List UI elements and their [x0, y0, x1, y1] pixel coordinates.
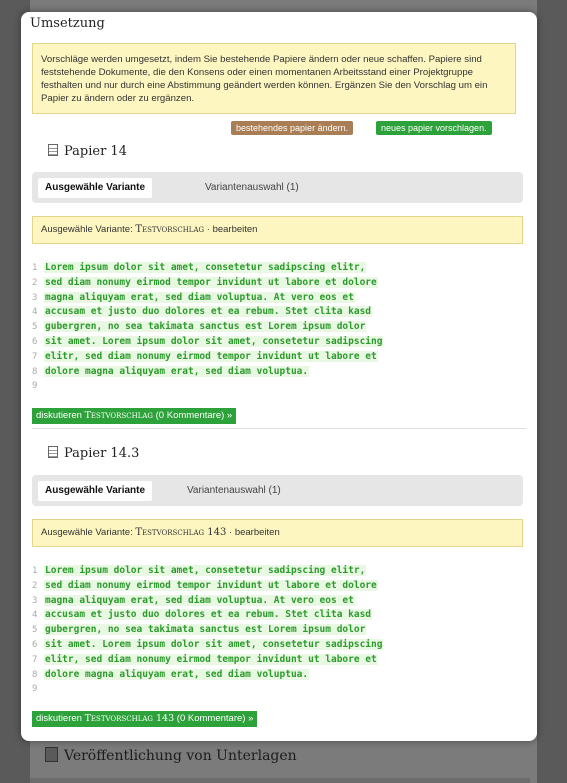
separator: · — [206, 224, 210, 235]
code-line: 9 — [32, 379, 452, 394]
edit-link[interactable]: bearbeiten — [235, 527, 280, 538]
line-number: 8 — [32, 366, 38, 377]
line-text: Lorem ipsum dolor sit amet, consetetur s… — [44, 565, 367, 576]
umsetzung-dialog: Umsetzung Vorschläge werden umgesetzt, i… — [21, 12, 537, 741]
separator: · — [229, 527, 233, 538]
document-icon — [48, 144, 58, 156]
line-text: dolore magna aliquyam erat, sed diam vol… — [44, 365, 310, 377]
line-number: 4 — [32, 610, 38, 621]
code-line: 3 magna aliquyam erat, sed diam voluptua.… — [32, 594, 452, 609]
line-number: 1 — [32, 566, 38, 576]
code-line: 3 magna aliquyam erat, sed diam voluptua.… — [32, 291, 452, 306]
code-line: 4 accusam et justo duo dolores et ea rebu… — [32, 305, 452, 320]
code-line: 6 sit amet. Lorem ipsum dolor sit amet, c… — [32, 335, 452, 350]
tab-selected-variant[interactable]: Ausgewähle Variante — [38, 178, 153, 198]
tab-selected-variant[interactable]: Ausgewähle Variante — [38, 481, 153, 501]
line-number: 1 — [32, 263, 38, 273]
line-text: magna aliquyam erat, sed diam voluptua. … — [44, 594, 355, 606]
code-line: 4 accusam et justo duo dolores et ea rebu… — [32, 608, 452, 623]
line-text: dolore magna aliquyam erat, sed diam vol… — [44, 668, 310, 680]
line-number: 9 — [32, 381, 38, 392]
background-item-title: Veröffentlichung von Unterlagen — [64, 748, 297, 764]
selected-variant-bar: Ausgewähle Variante: Testvorschlag · bea… — [32, 216, 523, 244]
code-line: 7 elitr, sed diam nonumy eirmod tempor in… — [32, 653, 452, 668]
tab-variant-selection[interactable]: Variantenauswahl (1) — [180, 481, 288, 501]
line-number: 5 — [32, 625, 38, 636]
line-number: 4 — [32, 307, 38, 318]
selected-variant-name[interactable]: Testvorschlag 143 — [135, 527, 226, 538]
discuss-variant-name: Testvorschlag — [84, 410, 153, 421]
paper-heading[interactable]: Papier 14 — [48, 144, 127, 159]
line-number: 3 — [32, 292, 38, 303]
background-bar — [30, 778, 530, 783]
line-number: 7 — [32, 351, 38, 362]
line-text: sit amet. Lorem ipsum dolor sit amet, co… — [44, 335, 384, 347]
edit-link[interactable]: bearbeiten — [213, 224, 258, 235]
paper-title: Papier 14 — [64, 144, 127, 159]
code-block: 1 Lorem ipsum dolor sit amet, consetetur … — [32, 261, 452, 394]
line-number: 2 — [32, 580, 38, 591]
tab-variant-selection[interactable]: Variantenauswahl (1) — [198, 178, 306, 198]
document-icon — [48, 446, 58, 458]
line-text: gubergren, no sea takimata sanctus est L… — [44, 624, 367, 636]
line-text: gubergren, no sea takimata sanctus est L… — [44, 321, 367, 333]
background-item: Veröffentlichung von Unterlagen — [45, 747, 525, 764]
code-line: 7 elitr, sed diam nonumy eirmod tempor in… — [32, 350, 452, 365]
line-number: 6 — [32, 336, 38, 347]
code-line: 6 sit amet. Lorem ipsum dolor sit amet, c… — [32, 638, 452, 653]
paper-heading[interactable]: Papier 14.3 — [48, 446, 139, 461]
code-line: 9 — [32, 682, 452, 697]
code-block: 1 Lorem ipsum dolor sit amet, consetetur … — [32, 564, 452, 697]
discuss-prefix: diskutieren — [36, 713, 82, 724]
line-text: sit amet. Lorem ipsum dolor sit amet, co… — [44, 638, 384, 650]
line-number: 8 — [32, 669, 38, 680]
line-number: 9 — [32, 684, 38, 695]
line-text: accusam et justo duo dolores et ea rebum… — [44, 306, 373, 318]
line-text: sed diam nonumy eirmod tempor invidunt u… — [44, 579, 378, 591]
tab-bar: Ausgewähle Variante Variantenauswahl (1) — [32, 475, 523, 506]
line-number: 6 — [32, 639, 38, 650]
code-line: 5 gubergren, no sea takimata sanctus est … — [32, 320, 452, 335]
line-text — [44, 380, 46, 391]
code-line: 2 sed diam nonumy eirmod tempor invidunt … — [32, 276, 452, 291]
info-box: Vorschläge werden umgesetzt, indem Sie b… — [32, 43, 516, 114]
line-text: magna aliquyam erat, sed diam voluptua. … — [44, 291, 355, 303]
line-number: 3 — [32, 595, 38, 606]
discuss-count: (0 Kommentare) » — [176, 713, 254, 724]
change-paper-button[interactable]: bestehendes papier ändern. — [231, 121, 354, 135]
divider — [32, 428, 526, 429]
tab-bar: Ausgewähle Variante Variantenauswahl (1) — [32, 172, 523, 203]
discuss-variant-name: Testvorschlag 143 — [84, 713, 175, 724]
code-line: 1 Lorem ipsum dolor sit amet, consetetur … — [32, 564, 452, 579]
line-text: accusam et justo duo dolores et ea rebum… — [44, 609, 373, 621]
selected-variant-bar: Ausgewähle Variante: Testvorschlag 143 ·… — [32, 519, 523, 547]
new-paper-button[interactable]: neues papier vorschlagen. — [376, 121, 492, 135]
line-number: 2 — [32, 277, 38, 288]
line-text: elitr, sed diam nonumy eirmod tempor inv… — [44, 653, 378, 665]
paper-title: Papier 14.3 — [64, 446, 140, 461]
code-line: 8 dolore magna aliquyam erat, sed diam vo… — [32, 365, 452, 380]
discuss-count: (0 Kommentare) » — [155, 410, 233, 421]
document-icon — [45, 747, 58, 762]
code-line: 2 sed diam nonumy eirmod tempor invidunt … — [32, 579, 452, 594]
dialog-title: Umsetzung — [30, 16, 105, 31]
code-line: 5 gubergren, no sea takimata sanctus est … — [32, 623, 452, 638]
line-number: 7 — [32, 654, 38, 665]
discuss-button[interactable]: diskutieren Testvorschlag 143 (0 Komment… — [32, 711, 258, 727]
line-text: elitr, sed diam nonumy eirmod tempor inv… — [44, 350, 378, 362]
discuss-button[interactable]: diskutieren Testvorschlag (0 Kommentare)… — [32, 408, 237, 424]
code-line: 8 dolore magna aliquyam erat, sed diam vo… — [32, 668, 452, 683]
selected-variant-label: Ausgewähle Variante: — [41, 224, 133, 235]
line-text: sed diam nonumy eirmod tempor invidunt u… — [44, 276, 378, 288]
line-text — [44, 683, 46, 694]
selected-variant-label: Ausgewähle Variante: — [41, 527, 133, 538]
line-number: 5 — [32, 322, 38, 333]
discuss-prefix: diskutieren — [36, 410, 82, 421]
line-text: Lorem ipsum dolor sit amet, consetetur s… — [44, 262, 367, 273]
code-line: 1 Lorem ipsum dolor sit amet, consetetur … — [32, 261, 452, 276]
selected-variant-name[interactable]: Testvorschlag — [135, 224, 204, 235]
